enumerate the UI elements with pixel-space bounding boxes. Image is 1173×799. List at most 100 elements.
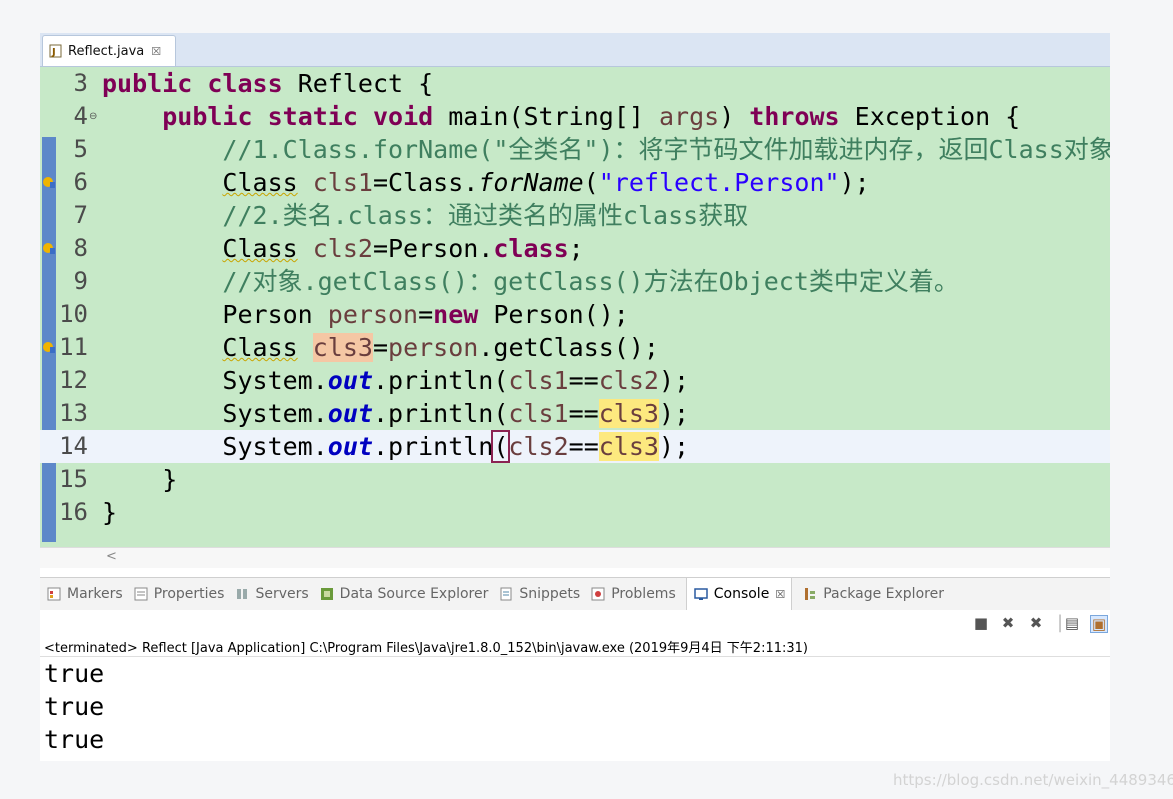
variable-occurrence-highlight: cls3 — [598, 432, 659, 461]
tab-properties[interactable]: Properties — [133, 586, 225, 602]
tab-package-explorer[interactable]: Package Explorer — [802, 586, 944, 602]
variable: cls2 — [508, 432, 569, 461]
tab-problems[interactable]: Problems — [590, 586, 676, 602]
type-name: Class — [222, 234, 298, 263]
code-token: Reflect { — [282, 69, 434, 98]
console-process-label: <terminated> Reflect [Java Application] … — [44, 641, 808, 656]
code-line-current[interactable]: 14 System.out.println(cls2==cls3); — [40, 430, 1110, 463]
code-token: System. — [222, 366, 328, 395]
tab-markers[interactable]: Markers — [46, 586, 123, 602]
tab-label: Problems — [611, 586, 676, 602]
terminate-icon[interactable]: ■ — [973, 615, 989, 631]
code-line[interactable]: 13 System.out.println(cls1==cls3); — [40, 397, 1110, 430]
tab-console[interactable]: Console ☒ — [685, 578, 793, 610]
scroll-lock-icon[interactable]: ▣ — [1090, 615, 1108, 633]
variable-occurrence-highlight: cls3 — [312, 333, 373, 362]
warning-marker-icon[interactable] — [42, 175, 56, 189]
code-line[interactable]: 7 //2.类名.class：通过类名的属性class获取 — [40, 199, 1110, 232]
keyword: throws — [749, 102, 840, 131]
console-output[interactable]: true true true — [40, 656, 1110, 761]
code-line[interactable]: 10 Person person=new Person(); — [40, 298, 1110, 331]
code-line[interactable]: 16 } — [40, 496, 1110, 529]
code-token: Exception { — [839, 102, 1021, 131]
code-text: //1.Class.forName("全类名")：将字节码文件加载进内存，返回C… — [102, 133, 1110, 166]
close-icon[interactable]: ☒ — [775, 588, 785, 601]
keyword: class — [493, 234, 569, 263]
code-text: System.out.println(cls2==cls3); — [102, 430, 689, 463]
tab-label: Properties — [153, 586, 225, 602]
type-name: Class — [222, 333, 298, 362]
editor-tab-reflect-java[interactable]: J Reflect.java ☒ — [42, 35, 176, 66]
remove-all-terminated-icon[interactable]: ✖ — [1028, 615, 1044, 631]
code-line[interactable]: 12 System.out.println(cls1==cls2); — [40, 364, 1110, 397]
parameter: args — [658, 102, 720, 131]
code-text: Class cls3=person.getClass(); — [102, 331, 659, 364]
markers-icon — [47, 587, 61, 601]
fold-collapse-icon[interactable]: ⊖ — [89, 100, 97, 133]
code-token: ); — [658, 432, 690, 461]
horizontal-scrollbar[interactable]: < — [40, 547, 1110, 568]
comment: //1.Class.forName("全类名")：将字节码文件加载进内存，返回C… — [222, 135, 1110, 164]
keyword: static — [267, 102, 358, 131]
type-name: Class — [222, 168, 298, 197]
code-editor[interactable]: 3 public class Reflect { 4 ⊖ public stat… — [40, 67, 1110, 547]
svg-text:J: J — [51, 47, 56, 58]
console-output-line: true — [44, 659, 105, 688]
code-line[interactable]: 3 public class Reflect { — [40, 67, 1110, 100]
java-file-icon: J — [49, 44, 62, 58]
snippets-icon — [500, 587, 512, 601]
code-line[interactable]: 9 //对象.getClass()：getClass()方法在Object类中定… — [40, 265, 1110, 298]
line-number: 6 — [73, 168, 88, 196]
code-line[interactable]: 8 Class cls2=Person.class; — [40, 232, 1110, 265]
warning-marker-icon[interactable] — [42, 340, 56, 354]
line-number: 16 — [59, 498, 88, 526]
code-token: = — [418, 300, 434, 329]
line-number: 13 — [59, 399, 88, 427]
code-token: System. — [222, 432, 328, 461]
code-token: .getClass(); — [478, 333, 659, 362]
code-text: //2.类名.class：通过类名的属性class获取 — [102, 199, 748, 232]
remove-launch-icon[interactable]: ✖ — [1000, 615, 1016, 631]
code-line[interactable]: 6 Class cls1=Class.forName("reflect.Pers… — [40, 166, 1110, 199]
line-number: 5 — [73, 135, 88, 163]
tab-label: Markers — [67, 586, 123, 602]
code-text: Class cls1=Class.forName("reflect.Person… — [102, 166, 869, 199]
code-token: System. — [222, 399, 328, 428]
line-number: 11 — [59, 333, 88, 361]
variable: cls1 — [508, 399, 569, 428]
line-number: 9 — [73, 267, 88, 295]
code-token: Person(); — [478, 300, 629, 329]
warning-marker-icon[interactable] — [42, 241, 56, 255]
code-token: .println( — [372, 399, 509, 428]
code-text: System.out.println(cls1==cls3); — [102, 397, 689, 430]
static-method: forName — [478, 168, 584, 197]
tab-data-source-explorer[interactable]: Data Source Explorer — [319, 586, 488, 602]
tab-label: Snippets — [519, 586, 581, 602]
code-token: ( — [583, 168, 599, 197]
close-icon[interactable]: ☒ — [151, 45, 161, 58]
tab-label: Servers — [255, 586, 309, 602]
line-number: 7 — [73, 201, 88, 229]
code-line[interactable]: 11 Class cls3=person.getClass(); — [40, 331, 1110, 364]
code-token: .println( — [372, 366, 509, 395]
properties-icon — [134, 587, 148, 601]
console-icon — [693, 588, 708, 600]
tab-label: Package Explorer — [823, 586, 944, 602]
code-line[interactable]: 5 //1.Class.forName("全类名")：将字节码文件加载进内存，返… — [40, 133, 1110, 166]
clear-console-icon[interactable]: ▤ — [1064, 615, 1080, 631]
tab-servers[interactable]: Servers — [234, 586, 309, 602]
package-explorer-icon — [805, 588, 816, 600]
tab-snippets[interactable]: Snippets — [498, 586, 580, 602]
code-token: =Person. — [372, 234, 494, 263]
code-line[interactable]: 4 ⊖ public static void main(String[] arg… — [40, 100, 1110, 133]
scroll-left-icon[interactable]: < — [106, 549, 117, 564]
eclipse-ide-window: J Reflect.java ☒ 3 public class Reflect … — [40, 33, 1110, 761]
code-line[interactable]: 15 } — [40, 463, 1110, 496]
static-field: out — [327, 399, 373, 428]
code-token: ); — [658, 366, 690, 395]
